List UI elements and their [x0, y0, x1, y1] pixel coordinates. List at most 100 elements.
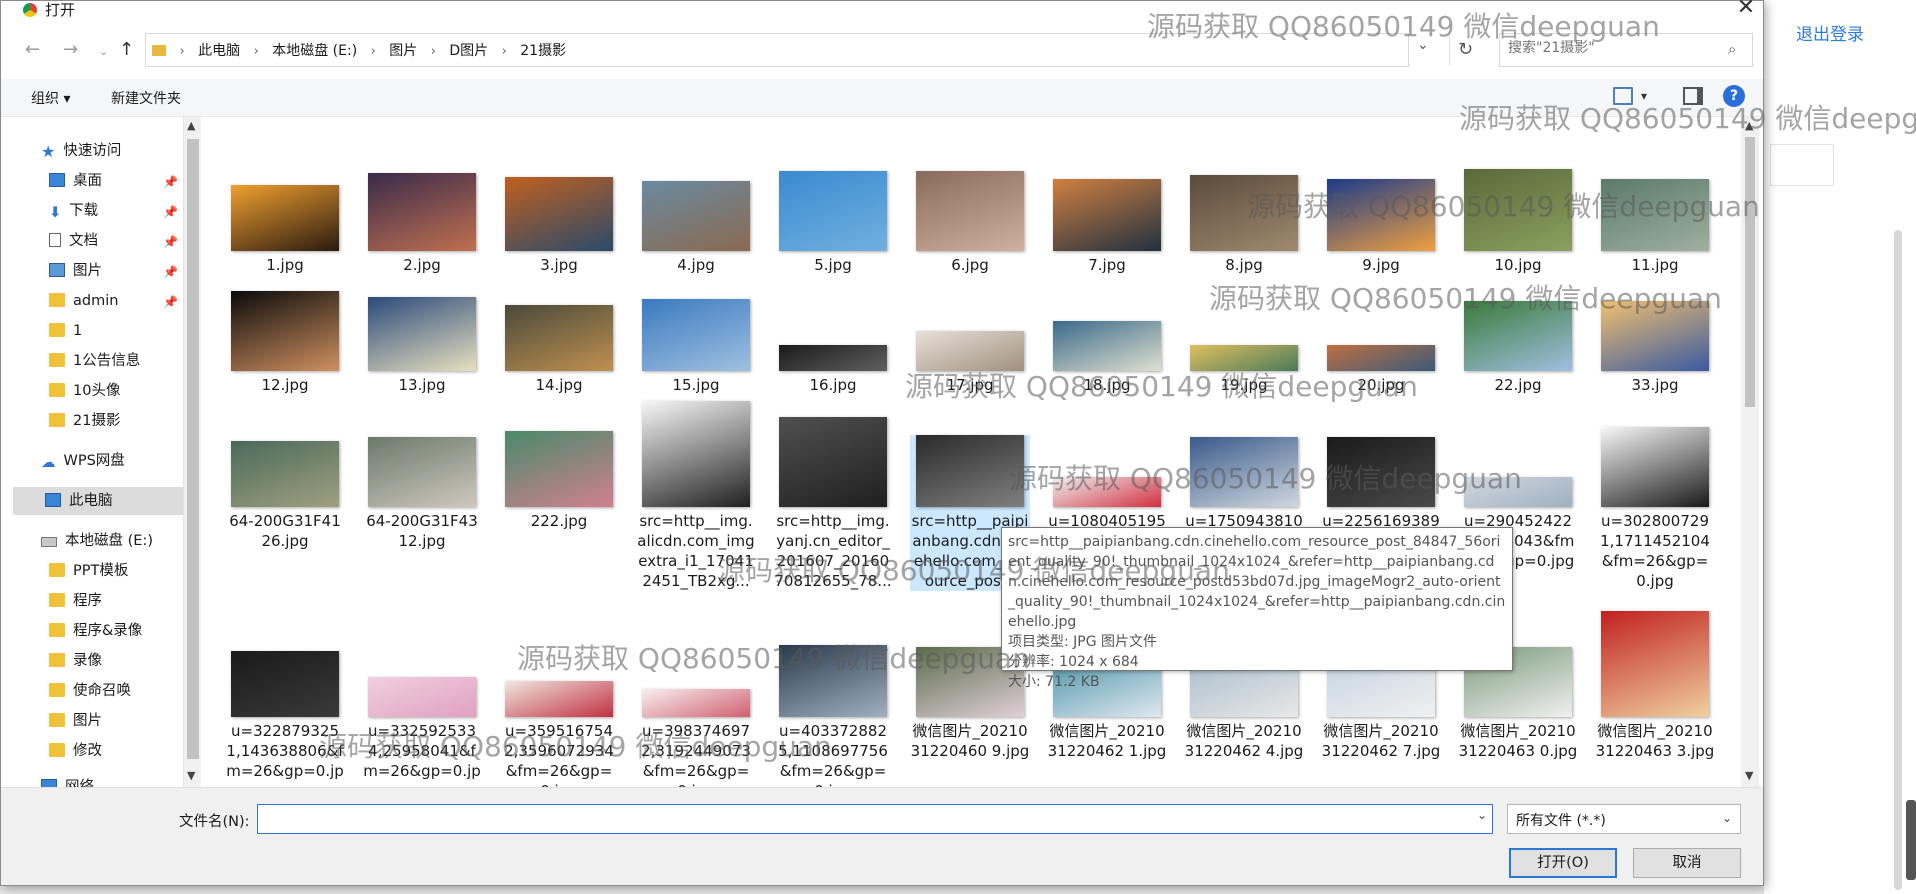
scroll-up-icon[interactable]: ▲	[1745, 119, 1753, 132]
file-item[interactable]: 7.jpg	[1047, 179, 1167, 275]
chevron-right-icon[interactable]: ›	[371, 44, 376, 59]
nav-folder-program-recording[interactable]: 程序&录像	[49, 617, 142, 645]
refresh-icon[interactable]: ↻	[1449, 35, 1481, 65]
file-item[interactable]: 20.jpg	[1321, 345, 1441, 395]
scroll-down-icon[interactable]: ▼	[1745, 769, 1753, 782]
file-item[interactable]: u=3325925334,25958041&fm=26&gp=0.jpg	[362, 677, 482, 787]
organize-menu[interactable]: 组织 ▾	[31, 88, 70, 108]
nav-downloads[interactable]: ⬇ 下载	[49, 197, 98, 225]
chevron-right-icon[interactable]: ›	[179, 44, 184, 59]
nav-folder-1[interactable]: 1	[49, 317, 82, 345]
nav-desktop[interactable]: 桌面	[49, 167, 102, 195]
file-item[interactable]: 64-200G31F4126.jpg	[225, 441, 345, 551]
nav-folder-photography[interactable]: 21摄影	[49, 407, 120, 435]
file-item[interactable]: u=2256169389	[1321, 437, 1441, 531]
nav-scrollbar[interactable]: ▲ ▼	[183, 117, 201, 787]
file-item[interactable]: u=3595167542,3596072934&fm=26&gp=0.jpg	[499, 681, 619, 787]
filename-field[interactable]	[257, 804, 1493, 834]
file-item[interactable]: 13.jpg	[362, 297, 482, 395]
nav-folder-notice[interactable]: 1公告信息	[49, 347, 140, 375]
pin-icon[interactable]: 📌	[163, 205, 178, 219]
file-item[interactable]: 15.jpg	[636, 299, 756, 395]
pin-icon[interactable]: 📌	[163, 265, 178, 279]
file-item[interactable]: u=1750943810	[1184, 437, 1304, 531]
nav-drive-e[interactable]: 本地磁盘 (E:)	[41, 527, 153, 555]
scroll-down-icon[interactable]: ▼	[187, 769, 195, 782]
file-type-filter[interactable]: 所有文件 (*.*) ⌄	[1507, 804, 1741, 834]
back-arrow-icon[interactable]: ←	[25, 39, 40, 60]
breadcrumb-this-pc[interactable]: 此电脑	[198, 43, 240, 59]
close-button[interactable]: ✕	[1731, 0, 1761, 23]
up-arrow-icon[interactable]: ↑	[119, 39, 134, 60]
file-item[interactable]: 6.jpg	[910, 171, 1030, 275]
file-item[interactable]: 222.jpg	[499, 431, 619, 531]
background-scrollbar[interactable]	[1894, 230, 1902, 890]
file-item[interactable]: u=4033728825,1108697756&fm=26&gp=0.jpg	[773, 645, 893, 787]
file-item[interactable]: u=3028007291,1711452104&fm=26&gp=0.jpg	[1595, 427, 1715, 591]
file-item[interactable]: 17.jpg	[910, 331, 1030, 395]
file-item[interactable]: 18.jpg	[1047, 321, 1167, 395]
nav-admin[interactable]: admin	[49, 287, 118, 315]
cancel-button[interactable]: 取消	[1633, 848, 1741, 878]
file-item[interactable]: 64-200G31F4312.jpg	[362, 437, 482, 551]
file-item[interactable]: 16.jpg	[773, 345, 893, 395]
file-item[interactable]: 1.jpg	[225, 185, 345, 275]
file-item[interactable]: 19.jpg	[1184, 345, 1304, 395]
nav-network[interactable]: 网络	[41, 773, 94, 787]
files-scroll-thumb[interactable]	[1745, 137, 1755, 407]
preview-pane-icon[interactable]	[1683, 87, 1703, 105]
file-item[interactable]: u=1080405195	[1047, 477, 1167, 531]
nav-scroll-thumb[interactable]	[187, 139, 199, 759]
search-icon[interactable]: ⌕	[1728, 40, 1736, 58]
filename-dropdown-icon[interactable]: ⌄	[1477, 808, 1487, 822]
search-input[interactable]	[1508, 40, 1718, 56]
nav-this-pc[interactable]: 此电脑	[13, 487, 183, 515]
pin-icon[interactable]: 📌	[163, 235, 178, 249]
chevron-right-icon[interactable]: ›	[502, 44, 507, 59]
breadcrumb-d-pictures[interactable]: D图片	[449, 43, 488, 59]
file-item[interactable]: 3.jpg	[499, 177, 619, 275]
scroll-up-icon[interactable]: ▲	[187, 119, 195, 132]
forward-arrow-icon[interactable]: →	[63, 39, 78, 60]
view-dropdown-icon[interactable]: ▾	[1641, 89, 1647, 103]
file-item[interactable]: 9.jpg	[1321, 179, 1441, 275]
nav-folder-avatar[interactable]: 10头像	[49, 377, 120, 405]
file-item[interactable]: 14.jpg	[499, 305, 619, 395]
file-item[interactable]: 微信图片_2021031220463 3.jpg	[1595, 611, 1715, 761]
breadcrumb-pictures[interactable]: 图片	[389, 43, 417, 59]
file-item[interactable]: 5.jpg	[773, 171, 893, 275]
file-item[interactable]: 8.jpg	[1184, 175, 1304, 275]
nav-folder-program[interactable]: 程序	[49, 587, 102, 615]
pin-icon[interactable]: 📌	[163, 175, 178, 189]
address-bar[interactable]: › 此电脑 › 本地磁盘 (E:) › 图片 › D图片 › 21摄影	[145, 33, 1409, 67]
recent-locations-icon[interactable]: ⌄	[99, 45, 108, 58]
file-item[interactable]: 4.jpg	[636, 181, 756, 275]
nav-folder-cod[interactable]: 使命召唤	[49, 677, 131, 705]
help-icon[interactable]: ?	[1723, 85, 1745, 107]
breadcrumb-photography[interactable]: 21摄影	[520, 43, 566, 59]
new-folder-button[interactable]: 新建文件夹	[111, 88, 181, 108]
open-button[interactable]: 打开(O)	[1509, 848, 1617, 878]
file-item[interactable]: 12.jpg	[225, 291, 345, 395]
nav-folder-edit[interactable]: 修改	[49, 737, 102, 765]
nav-documents[interactable]: 文档	[49, 227, 98, 255]
file-item[interactable]: 33.jpg	[1595, 301, 1715, 395]
breadcrumb-drive-e[interactable]: 本地磁盘 (E:)	[272, 43, 357, 59]
chevron-right-icon[interactable]: ›	[431, 44, 436, 59]
nav-wps-drive[interactable]: ☁ WPS网盘	[41, 447, 125, 475]
nav-folder-ppt[interactable]: PPT模板	[49, 557, 128, 585]
file-item[interactable]: u=3228793251,143638806&fm=26&gp=0.jpg	[225, 651, 345, 787]
view-icon[interactable]	[1613, 87, 1633, 105]
file-item[interactable]: src=http__img.alicdn.com_imgextra_i1_170…	[636, 401, 756, 591]
file-item[interactable]: 22.jpg	[1458, 301, 1578, 395]
nav-quick-access[interactable]: ★ 快速访问	[41, 137, 121, 165]
chevron-right-icon[interactable]: ›	[254, 44, 259, 59]
file-item[interactable]: 10.jpg	[1458, 169, 1578, 275]
files-scrollbar[interactable]: ▲ ▼	[1741, 117, 1759, 787]
file-item[interactable]: src=http__img.yanj.cn_editor_201607_2016…	[773, 417, 893, 591]
file-item[interactable]: 2.jpg	[362, 173, 482, 275]
nav-folder-pictures[interactable]: 图片	[49, 707, 102, 735]
logout-link[interactable]: 退出登录	[1796, 20, 1864, 45]
filename-input[interactable]	[262, 809, 1452, 825]
nav-folder-recording[interactable]: 录像	[49, 647, 102, 675]
